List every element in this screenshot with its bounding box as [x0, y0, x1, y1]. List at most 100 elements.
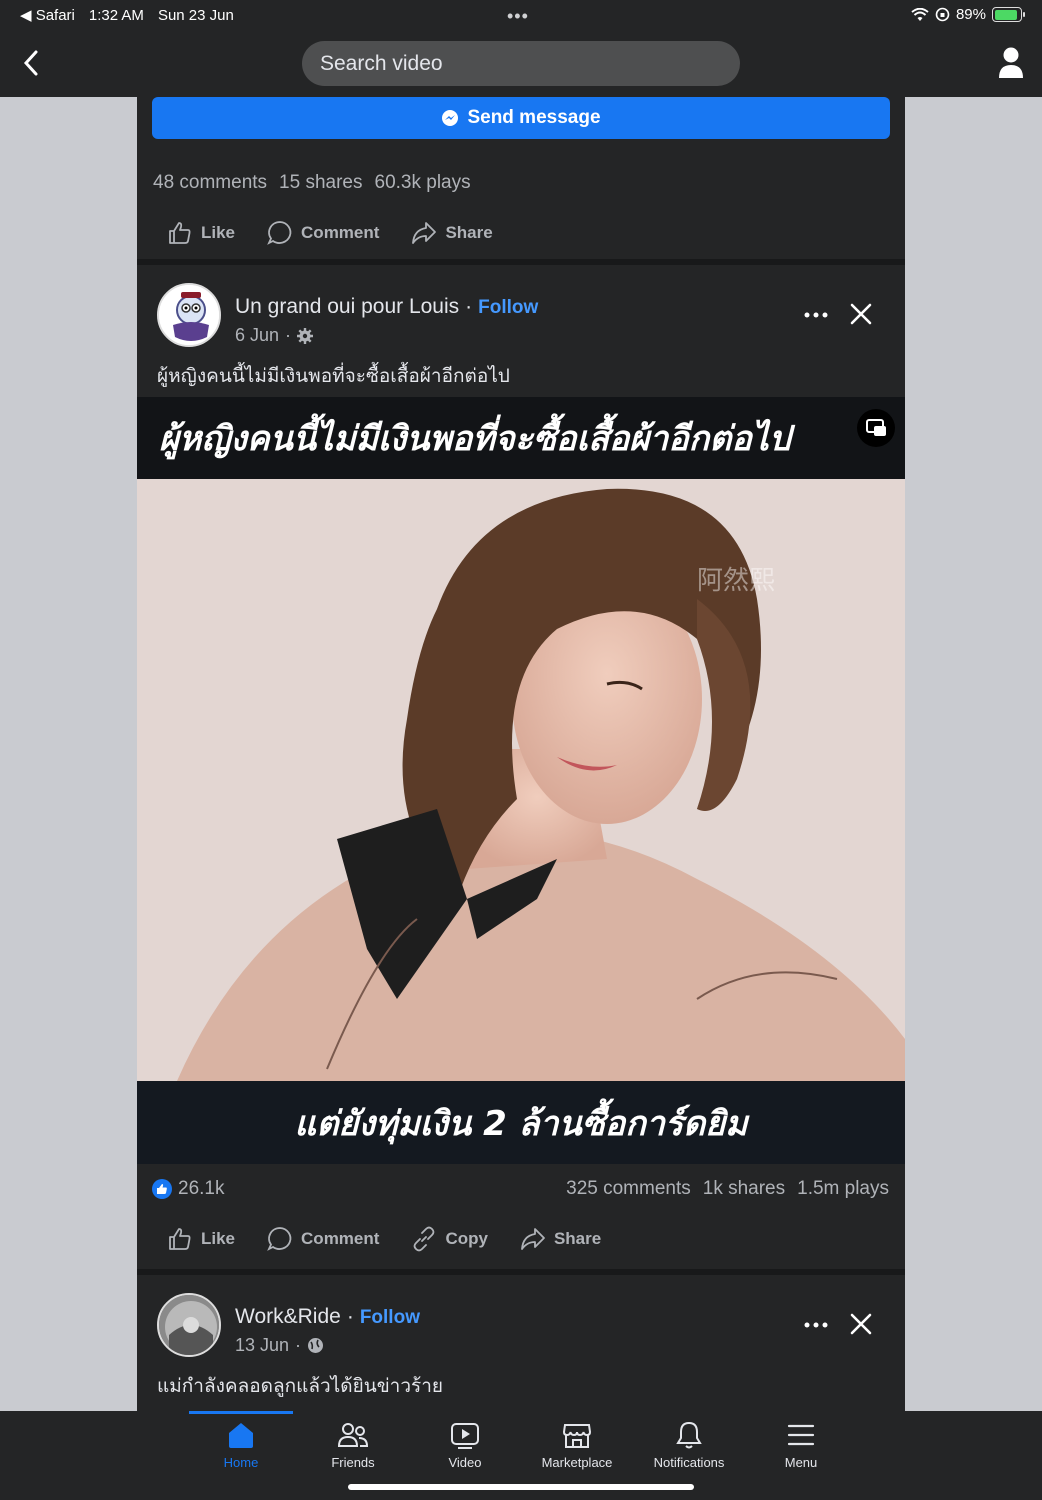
tab-label: Home: [223, 1455, 259, 1470]
gear-icon: [297, 327, 314, 344]
multitasking-dots[interactable]: •••: [507, 6, 529, 27]
status-bar: ◀ Safari 1:32 AM Sun 23 Jun ••• 89%: [0, 0, 1042, 30]
comments-count[interactable]: 325 comments: [566, 1178, 691, 1200]
post-date[interactable]: 13 Jun: [235, 1335, 289, 1356]
home-indicator[interactable]: [348, 1484, 694, 1490]
video-frame: 阿然熙: [137, 479, 905, 1081]
comment-icon: [267, 1227, 292, 1251]
follow-button[interactable]: Follow: [360, 1307, 420, 1329]
post-meta: 6 Jun ·: [235, 325, 314, 346]
post-actions: Like Comment Copy Share: [137, 1215, 905, 1263]
back-to-app[interactable]: ◀ Safari: [20, 6, 75, 24]
close-icon[interactable]: [847, 300, 875, 328]
like-button[interactable]: Like: [167, 1226, 235, 1252]
comments-count[interactable]: 48 comments: [153, 172, 267, 194]
send-message-button[interactable]: Send message: [152, 97, 890, 139]
name-separator: ·: [465, 295, 473, 318]
more-options-icon[interactable]: [801, 305, 831, 325]
video-feed[interactable]: Send message 48 comments 15 shares 60.3k…: [137, 97, 905, 1411]
post-stats: 48 comments 15 shares 60.3k plays: [153, 172, 471, 194]
tab-label: Menu: [784, 1455, 818, 1470]
meta-separator: ·: [285, 325, 292, 345]
reaction-count: 26.1k: [178, 1178, 225, 1199]
share-button[interactable]: Share: [520, 1226, 601, 1252]
share-label: Share: [445, 223, 493, 242]
post-date[interactable]: 6 Jun: [235, 325, 279, 346]
share-label: Share: [553, 1229, 602, 1248]
bottom-tab-bar: Home Friends Video Marketplace Notificat…: [0, 1411, 1042, 1500]
shares-count[interactable]: 15 shares: [279, 172, 362, 194]
profile-icon[interactable]: [998, 46, 1024, 80]
picture-in-picture-button[interactable]: [857, 409, 895, 447]
back-chevron-icon[interactable]: [18, 48, 44, 78]
link-icon: [414, 1226, 435, 1252]
search-video-input[interactable]: Search video: [302, 41, 740, 86]
globe-icon: [308, 1338, 324, 1353]
menu-icon: [787, 1424, 815, 1446]
post-caption: ผู้หญิงคนนี้ไม่มีเงินพอที่จะซื้อเสื้อผ้า…: [157, 366, 510, 387]
share-icon: [521, 1228, 545, 1250]
video-frame-image: 阿然熙: [137, 479, 905, 1081]
send-message-label: Send message: [467, 107, 601, 128]
page-logo: [159, 285, 219, 345]
share-icon: [412, 222, 437, 244]
pip-icon: [866, 419, 886, 436]
copy-link-button[interactable]: Copy: [411, 1226, 488, 1252]
copy-label: Copy: [445, 1229, 488, 1248]
back-app-label: Safari: [35, 7, 75, 24]
friends-icon: [337, 1423, 369, 1447]
page-name[interactable]: Un grand oui pour Louis: [235, 295, 459, 319]
comment-button[interactable]: Comment: [267, 220, 379, 246]
tab-label: Friends: [331, 1455, 375, 1470]
plays-count: 1.5m plays: [797, 1178, 889, 1199]
tab-marketplace[interactable]: Marketplace: [521, 1411, 633, 1481]
orientation-lock-icon: [935, 7, 950, 22]
tab-notifications[interactable]: Notifications: [633, 1411, 745, 1481]
tab-home[interactable]: Home: [185, 1411, 297, 1481]
video-player[interactable]: ผู้หญิงคนนี้ไม่มีเงินพอที่จะซื้อเสื้อผ้า…: [137, 397, 905, 1164]
video-bottom-caption: แต่ยังทุ่มเงิน 2 ล้านซื้อการ์ดยิม: [137, 1081, 905, 1164]
comment-label: Comment: [301, 1229, 380, 1248]
post-caption: แม่กำลังคลอดลูกแล้วได้ยินข่าวร้าย: [157, 1376, 444, 1397]
plays-count: 60.3k plays: [374, 172, 471, 193]
video-top-caption: ผู้หญิงคนนี้ไม่มีเงินพอที่จะซื้อเสื้อผ้า…: [137, 397, 905, 479]
comment-label: Comment: [301, 223, 380, 242]
post-meta: 13 Jun ·: [235, 1335, 324, 1356]
post-card: Work&Ride · Follow 13 Jun · แม่กำลังคลอด…: [137, 1275, 905, 1411]
messenger-icon: [442, 110, 459, 126]
comment-button[interactable]: Comment: [267, 1226, 379, 1252]
thumbs-up-icon: [169, 1228, 191, 1250]
share-button[interactable]: Share: [411, 220, 493, 246]
bell-icon: [676, 1421, 702, 1449]
close-icon[interactable]: [847, 1310, 875, 1338]
top-navigation: Search video: [0, 30, 1042, 97]
page-avatar[interactable]: [157, 1293, 221, 1357]
shares-count[interactable]: 1k shares: [703, 1178, 785, 1200]
reaction-summary[interactable]: 26.1k: [152, 1178, 224, 1200]
page-avatar[interactable]: [157, 283, 221, 347]
post-card: Send message 48 comments 15 shares 60.3k…: [137, 97, 905, 259]
battery-icon: [992, 7, 1025, 22]
battery-percent: 89%: [955, 6, 986, 23]
more-options-icon[interactable]: [801, 1315, 831, 1335]
tab-friends[interactable]: Friends: [297, 1411, 409, 1481]
wifi-icon: [911, 7, 929, 21]
follow-button[interactable]: Follow: [478, 297, 538, 319]
tab-label: Marketplace: [541, 1455, 613, 1470]
like-button[interactable]: Like: [167, 220, 235, 246]
post-actions: Like Comment Share: [137, 209, 905, 257]
page-name[interactable]: Work&Ride: [235, 1305, 341, 1329]
post-card: Un grand oui pour Louis · Follow 6 Jun ·…: [137, 265, 905, 1269]
page-name-row: Work&Ride · Follow: [235, 1305, 420, 1329]
home-icon: [229, 1423, 253, 1448]
like-label: Like: [201, 1229, 236, 1248]
video-icon: [451, 1423, 479, 1449]
page-name-row: Un grand oui pour Louis · Follow: [235, 295, 538, 319]
like-label: Like: [201, 223, 236, 242]
tab-menu[interactable]: Menu: [745, 1411, 857, 1481]
tab-video[interactable]: Video: [409, 1411, 521, 1481]
page-photo: [159, 1295, 219, 1355]
name-separator: ·: [346, 1305, 354, 1328]
comment-icon: [267, 221, 292, 245]
post-stats: 325 comments 1k shares 1.5m plays: [566, 1178, 889, 1200]
